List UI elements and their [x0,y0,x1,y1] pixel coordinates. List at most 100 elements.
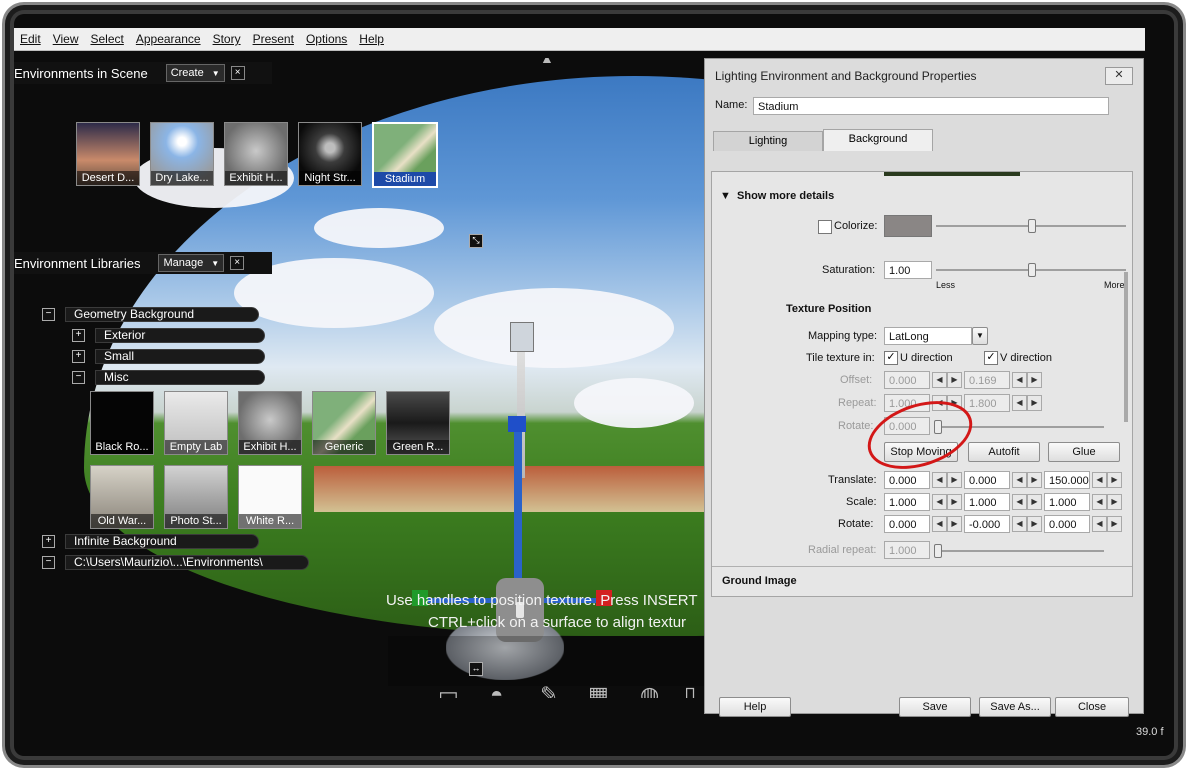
lib-thumb-oldwarehouse[interactable]: Old War... [90,465,154,529]
show-more-toggle[interactable]: ▼ Show more details [720,190,834,202]
lib-thumb-photostudio[interactable]: Photo St... [164,465,228,529]
menu-options[interactable]: Options [300,32,353,46]
expand-icon[interactable]: + [72,329,85,342]
tree-infinite-background[interactable]: + Infinite Background [42,534,259,549]
create-dropdown[interactable]: Create ▼ [165,64,225,82]
globe-icon[interactable]: ◍ [640,682,659,698]
right-arrow-icon[interactable]: ▶ [1107,516,1122,532]
colorize-slider-knob[interactable] [1028,219,1036,233]
menu-select[interactable]: Select [84,32,129,46]
y-axis-handle[interactable] [514,418,522,598]
left-arrow-icon[interactable]: ◀ [1092,494,1107,510]
colorize-swatch[interactable] [884,215,932,237]
repeat-v-field[interactable]: 1.800 [964,394,1010,412]
rotate-y-field[interactable]: -0.000 [964,515,1010,533]
collapse-icon[interactable]: − [42,556,55,569]
cube-sphere-icon[interactable]: ▦ [588,682,609,698]
tree-misc[interactable]: − Misc [72,370,265,385]
left-arrow-icon[interactable]: ◀ [932,516,947,532]
tree-path[interactable]: − C:\Users\Maurizio\...\Environments\ [42,555,309,570]
scrollbar-thumb[interactable] [1124,272,1128,422]
tab-background[interactable]: Background [823,129,933,151]
left-arrow-icon[interactable]: ◀ [1012,472,1027,488]
right-arrow-icon[interactable]: ▶ [947,516,962,532]
env-thumb-desert[interactable]: Desert D... [76,122,140,186]
scale-x-field[interactable]: 1.000 [884,493,930,511]
glue-button[interactable]: Glue [1048,442,1120,462]
left-arrow-icon[interactable]: ◀ [932,372,947,388]
tab-lighting[interactable]: Lighting [713,131,823,151]
help-button[interactable]: Help [719,697,791,717]
manage-dropdown[interactable]: Manage ▼ [158,254,225,272]
collapse-icon[interactable]: − [42,308,55,321]
scale-y-field[interactable]: 1.000 [964,493,1010,511]
tree-exterior[interactable]: + Exterior [72,328,265,343]
right-arrow-icon[interactable]: ▶ [947,494,962,510]
offset-u-spinner[interactable]: ◀ ▶ [932,372,962,388]
close-icon[interactable]: ✕ [1105,67,1133,85]
left-arrow-icon[interactable]: ◀ [1092,472,1107,488]
name-field[interactable]: Stadium [753,97,1109,115]
close-button[interactable]: Close [1055,697,1129,717]
rotate-y-spinner[interactable]: ◀ ▶ [1012,516,1042,532]
close-icon[interactable]: × [230,66,245,80]
close-icon[interactable]: × [230,256,245,270]
scale-z-field[interactable]: 1.000 [1044,493,1090,511]
translate-z-spinner[interactable]: ◀ ▶ [1092,472,1122,488]
offset-u-field[interactable]: 0.000 [884,371,930,389]
tree-small[interactable]: + Small [72,349,265,364]
y-scale-handle[interactable] [508,416,526,432]
left-arrow-icon[interactable]: ◀ [1012,395,1027,411]
translate-z-field[interactable]: 150.000 [1044,471,1090,489]
background-settings-panel[interactable]: ▼ Show more details Colorize: Saturation… [711,171,1133,597]
rotate-z-spinner[interactable]: ◀ ▶ [1092,516,1122,532]
menu-help[interactable]: Help [353,32,390,46]
lib-thumb-whiteroom[interactable]: White R... [238,465,302,529]
rotate-x-spinner[interactable]: ◀ ▶ [932,516,962,532]
expand-icon[interactable]: + [42,535,55,548]
left-arrow-icon[interactable]: ◀ [1012,516,1027,532]
left-arrow-icon[interactable]: ◀ [932,494,947,510]
lib-thumb-greenroom[interactable]: Green R... [386,391,450,455]
translate-y-field[interactable]: 0.000 [964,471,1010,489]
dome-icon[interactable]: ◓ [490,682,503,698]
lib-thumb-emptylab[interactable]: Empty Lab [164,391,228,455]
left-arrow-icon[interactable]: ◀ [1092,516,1107,532]
env-thumb-drylake[interactable]: Dry Lake... [150,122,214,186]
right-arrow-icon[interactable]: ▶ [1027,372,1042,388]
left-arrow-icon[interactable]: ◀ [1012,372,1027,388]
left-arrow-icon[interactable]: ◀ [1012,494,1027,510]
right-arrow-icon[interactable]: ▶ [947,372,962,388]
repeat-v-spinner[interactable]: ◀ ▶ [1012,395,1042,411]
u-direction-checkbox[interactable]: ✓ [884,351,898,365]
lib-thumb-blackroom[interactable]: Black Ro... [90,391,154,455]
v-direction-checkbox[interactable]: ✓ [984,351,998,365]
page-icon[interactable]: ▯ [684,682,696,698]
folder-icon[interactable]: ▭ [438,682,459,698]
translate-y-spinner[interactable]: ◀ ▶ [1012,472,1042,488]
right-arrow-icon[interactable]: ▶ [1107,494,1122,510]
center-handle[interactable] [496,578,544,642]
saturation-field[interactable]: 1.00 [884,261,932,279]
resize-icon[interactable]: ⤡ [469,234,483,248]
save-as-button[interactable]: Save As... [979,697,1051,717]
move-icon[interactable]: ↔ [469,662,483,676]
expand-icon[interactable]: + [72,350,85,363]
env-thumb-stadium[interactable]: Stadium [372,122,438,188]
rotate-x-field[interactable]: 0.000 [884,515,930,533]
translate-x-field[interactable]: 0.000 [884,471,930,489]
scale-y-spinner[interactable]: ◀ ▶ [1012,494,1042,510]
env-thumb-exhibit[interactable]: Exhibit H... [224,122,288,186]
right-arrow-icon[interactable]: ▶ [947,472,962,488]
scale-z-spinner[interactable]: ◀ ▶ [1092,494,1122,510]
arrow-up-icon[interactable]: ▲ [540,58,554,66]
menu-edit[interactable]: Edit [14,32,47,46]
radial-slider-track[interactable] [934,550,1104,552]
radial-slider-knob[interactable] [934,544,942,558]
menu-view[interactable]: View [47,32,85,46]
offset-v-spinner[interactable]: ◀ ▶ [1012,372,1042,388]
translate-x-spinner[interactable]: ◀ ▶ [932,472,962,488]
env-thumb-nightstreet[interactable]: Night Str... [298,122,362,186]
lib-thumb-generic[interactable]: Generic [312,391,376,455]
light-icon[interactable]: ✎ [540,682,558,698]
